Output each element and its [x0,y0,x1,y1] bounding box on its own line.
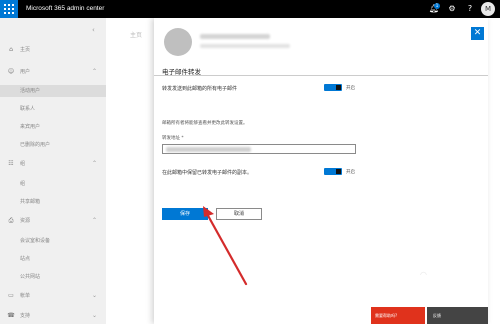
sidebar-item-groups[interactable]: ☷ 组 ⌃ [0,158,106,170]
forwarding-note: 邮箱所有者将能够查看并更改此转发设置。 [162,121,248,126]
breadcrumb[interactable]: 主页 [130,30,142,39]
sidebar: ‹ ⌂ 主页 ☺ 用户 ⌃ 活动用户 联系人 来宾用户 已删除的用户 ☷ 组 ⌃… [0,18,106,324]
headset-icon: ☎ [7,312,15,319]
keep-copy-toggle-state: 开启 [346,170,355,175]
forward-all-toggle[interactable] [324,84,342,91]
divider [154,75,488,76]
printer-icon: ⎙ [8,217,14,224]
collapse-nav-icon[interactable]: ‹ [92,26,95,34]
main-content [130,50,156,324]
user-name-redacted [200,34,270,39]
app-title: Microsoft 365 admin center [26,5,105,12]
sidebar-item-groups-sub[interactable]: 组 [0,178,106,190]
sidebar-item-home[interactable]: ⌂ 主页 [0,44,106,56]
feedback-button[interactable]: 反馈 [427,307,488,324]
need-help-button[interactable]: 需要帮助吗? [371,307,425,324]
user-email-redacted [200,44,290,48]
chevron-down-icon: ⌄ [92,312,98,319]
forwarding-address-redacted [166,147,251,152]
watermark-mark: ◠ [420,270,427,279]
forward-all-label: 转发发送到此邮箱的所有电子邮件 [162,86,238,92]
sidebar-item-public-website[interactable]: 公共网站 [0,271,106,283]
sidebar-item-users[interactable]: ☺ 用户 ⌃ [0,66,106,78]
sidebar-item-active-users[interactable]: 活动用户 [0,85,106,97]
sidebar-item-shared-mailboxes[interactable]: 共享邮箱 [0,196,106,208]
save-button[interactable]: 保存 [162,208,208,220]
group-icon: ☷ [8,160,14,167]
waffle-icon [4,4,14,14]
chevron-down-icon: ⌄ [92,292,98,299]
sidebar-item-guest-users[interactable]: 来宾用户 [0,121,106,133]
close-button[interactable]: ✕ [471,27,484,40]
cancel-button[interactable]: 取消 [216,208,262,220]
forwarding-address-label: 转发地址 * [162,136,184,141]
bottom-actions: 需要帮助吗? 反馈 [371,307,488,324]
sidebar-item-deleted-users[interactable]: 已删除的用户 [0,139,106,151]
panel-header: ✕ [154,18,488,58]
notification-badge: 1 [434,3,440,9]
sidebar-item-billing[interactable]: ▭ 帐单 ⌄ [0,290,106,302]
home-icon: ⌂ [9,46,13,53]
user-details-panel: ✕ 电子邮件转发 转发发送到此邮箱的所有电子邮件 开启 邮箱所有者将能够查看并更… [154,18,488,324]
user-avatar[interactable]: M [481,2,495,16]
chevron-up-icon: ⌃ [92,160,98,167]
top-bar: Microsoft 365 admin center 🔔︎ 1 ⚙ ? M [0,0,500,18]
sidebar-item-support[interactable]: ☎ 支持 ⌄ [0,310,106,322]
person-icon: ☺ [7,68,15,75]
app-launcher-button[interactable] [0,0,18,18]
chevron-up-icon: ⌃ [92,68,98,75]
sidebar-item-resources[interactable]: ⎙ 资源 ⌃ [0,215,106,227]
forward-all-toggle-state: 开启 [346,86,355,91]
keep-copy-label: 在此邮箱中保留已转发电子邮件的副本。 [162,170,253,176]
user-avatar-large [164,28,192,56]
billing-icon: ▭ [8,292,14,299]
chevron-up-icon: ⌃ [92,217,98,224]
keep-copy-toggle[interactable] [324,168,342,175]
close-icon: ✕ [473,28,482,38]
sidebar-item-sites[interactable]: 站点 [0,253,106,265]
sidebar-item-rooms-equipment[interactable]: 会议室和设备 [0,235,106,247]
gear-icon[interactable]: ⚙ [446,3,458,15]
help-icon[interactable]: ? [464,3,476,15]
sidebar-item-contacts[interactable]: 联系人 [0,103,106,115]
forwarding-address-input[interactable] [162,144,356,154]
